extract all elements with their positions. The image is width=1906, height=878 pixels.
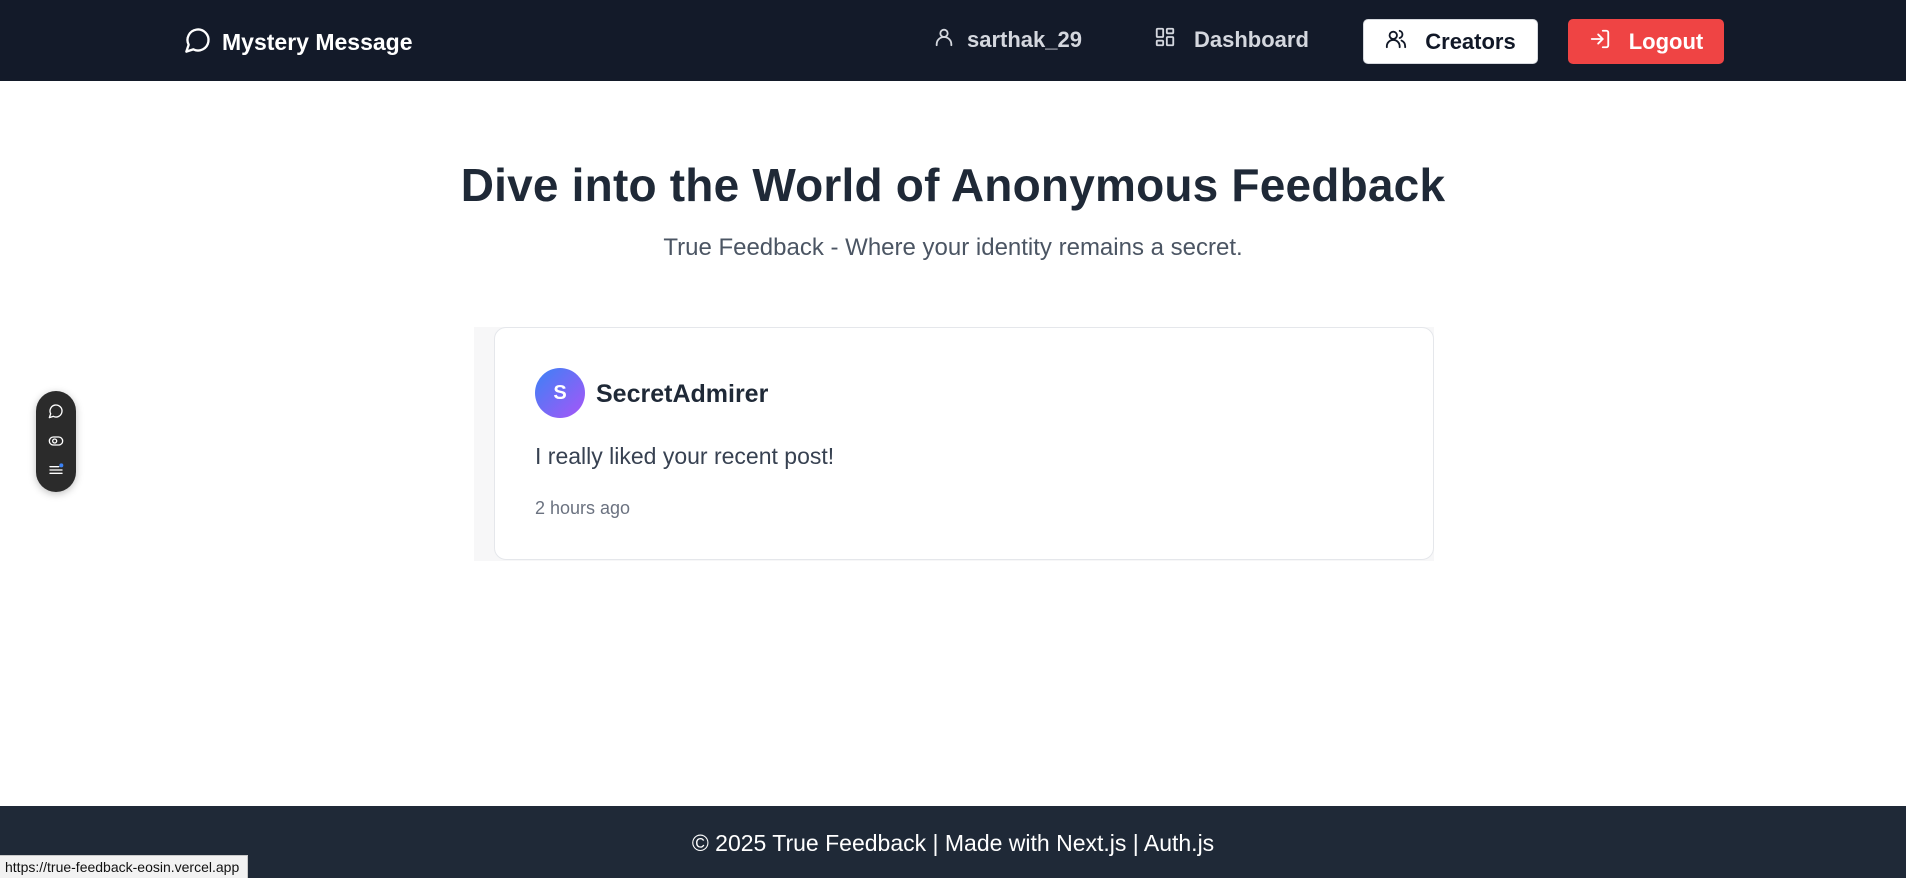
message-circle-icon xyxy=(184,26,212,59)
sender-name: SecretAdmirer xyxy=(596,380,769,408)
dashboard-label: Dashboard xyxy=(1194,26,1309,52)
footer-text: © 2025 True Feedback | Made with Next.js… xyxy=(691,830,1215,856)
page-footer: © 2025 True Feedback | Made with Next.js… xyxy=(0,806,1906,878)
current-user: sarthak_29 xyxy=(933,26,1082,53)
logout-button[interactable]: Logout xyxy=(1568,19,1724,64)
user-icon xyxy=(933,26,955,53)
logout-label: Logout xyxy=(1628,28,1704,54)
brand-name: Mystery Message xyxy=(222,29,413,55)
username: sarthak_29 xyxy=(967,26,1082,52)
page-title: Dive into the World of Anonymous Feedbac… xyxy=(460,159,1446,211)
log-out-icon xyxy=(1589,28,1611,55)
status-bar-url: https://true-feedback-eosin.vercel.app xyxy=(0,855,249,878)
floating-toolbar xyxy=(36,391,76,492)
layout-grid-icon xyxy=(1154,26,1176,53)
brand-link[interactable]: Mystery Message xyxy=(184,26,413,59)
page-subtitle: True Feedback - Where your identity rema… xyxy=(663,234,1243,261)
dashboard-link[interactable]: Dashboard xyxy=(1154,26,1309,53)
top-navbar: Mystery Message sarthak_29 Dashboard Cre… xyxy=(0,0,1906,81)
toggle-icon[interactable] xyxy=(48,433,64,449)
message-timestamp: 2 hours ago xyxy=(535,498,631,518)
creators-button[interactable]: Creators xyxy=(1363,19,1538,64)
creators-label: Creators xyxy=(1425,28,1516,54)
avatar: S xyxy=(535,368,585,418)
message-card: S SecretAdmirer I really liked your rece… xyxy=(494,327,1434,560)
menu-list-icon[interactable] xyxy=(48,462,64,478)
comment-icon[interactable] xyxy=(48,403,64,419)
message-text: I really liked your recent post! xyxy=(535,443,835,469)
users-icon xyxy=(1385,28,1407,55)
